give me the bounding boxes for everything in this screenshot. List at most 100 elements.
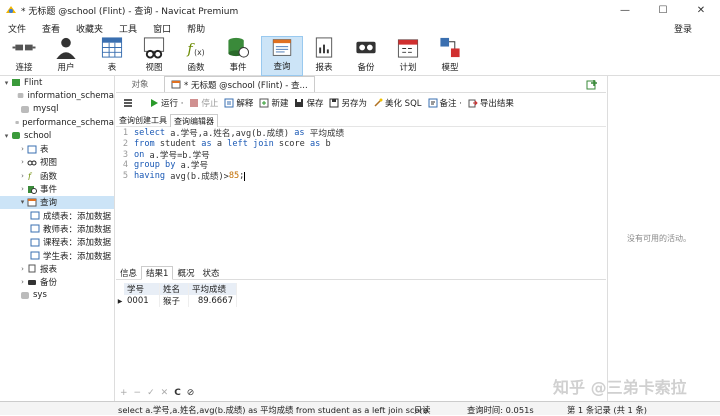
expand-arrow-icon[interactable]: › (18, 172, 27, 180)
code-line[interactable]: 1 select a.学号,a.姓名,avg(b.成绩) as 平均成绩 (116, 128, 606, 139)
menu-hamburger-button[interactable] (123, 98, 135, 108)
comment-button[interactable]: 备注 · (428, 97, 462, 109)
tab-query[interactable]: * 无标题 @school (Flint) - 查... (164, 76, 315, 92)
table-cell[interactable]: 猴子 (160, 295, 189, 307)
expand-arrow-icon[interactable]: ▾ (2, 79, 11, 87)
tree-item-performance-schema[interactable]: performance_schema (0, 116, 114, 129)
model-button[interactable]: 模型 (429, 36, 471, 76)
view-button[interactable]: 视图 (133, 36, 175, 76)
query-icon (272, 39, 292, 56)
minimize-button[interactable]: — (606, 0, 644, 20)
tree-item-information-schema[interactable]: information_schema (0, 89, 114, 102)
tree-item-functions[interactable]: › f 函数 (0, 169, 114, 182)
add-tab-icon[interactable] (586, 79, 598, 91)
menu-help[interactable]: 帮助 (179, 22, 213, 35)
code-line[interactable]: 5 having avg(b.成绩)> 85; (116, 171, 606, 182)
event-button[interactable]: 事件 (217, 36, 259, 76)
tree-item-query-student[interactable]: 学生表：添加数据 (0, 249, 114, 262)
table-button[interactable]: 表 (91, 36, 133, 76)
connect-button[interactable]: 连接 (3, 36, 45, 76)
save-as-icon (329, 98, 339, 108)
explain-button[interactable]: 解释 (224, 97, 253, 109)
svg-text:(x): (x) (194, 48, 205, 57)
tab-result-1[interactable]: 结果1 (141, 266, 174, 280)
column-header[interactable]: 平均成绩 (189, 283, 237, 295)
column-header[interactable]: 学号 (124, 283, 160, 295)
tree-label: school (24, 130, 52, 141)
play-icon (151, 99, 158, 107)
stop-button[interactable]: 停止 (189, 97, 218, 109)
expand-arrow-icon[interactable]: ▾ (18, 198, 27, 206)
text-caret (244, 171, 246, 181)
refresh-button[interactable]: C (174, 388, 181, 398)
save-button[interactable]: 保存 (294, 97, 323, 109)
report-button[interactable]: 报表 (303, 36, 345, 76)
tree-label: 查询 (40, 198, 58, 209)
line-number: 3 (122, 149, 128, 160)
function-button[interactable]: f (x) 函数 (175, 36, 217, 76)
expand-arrow-icon[interactable]: › (18, 278, 27, 286)
close-button[interactable]: ✕ (682, 0, 720, 20)
code-token: as (309, 139, 321, 150)
tab-query-editor[interactable]: 查询编辑器 (170, 114, 218, 127)
model-label: 模型 (441, 63, 459, 73)
record-toolbar: + − ✓ ✕ C ⊘ (116, 386, 606, 400)
menu-view[interactable]: 查看 (34, 22, 68, 35)
function-icon: f (27, 172, 33, 180)
tab-status[interactable]: 状态 (198, 266, 223, 280)
table-cell[interactable]: 0001 (124, 295, 160, 307)
tree-item-backups[interactable]: › 备份 (0, 275, 114, 288)
expand-arrow-icon[interactable]: › (18, 158, 27, 166)
tree-item-queries[interactable]: ▾ 查询 (0, 195, 114, 209)
tree-item-events[interactable]: › 事件 (0, 182, 114, 195)
code-token: on (134, 149, 145, 160)
maximize-button[interactable]: ☐ (644, 0, 682, 20)
save-as-button[interactable]: 另存为 (329, 97, 367, 109)
tab-profile[interactable]: 概况 (173, 266, 198, 280)
tree-item-mysql[interactable]: mysql (0, 103, 114, 116)
export-result-button[interactable]: 导出结果 (468, 97, 514, 109)
menu-file[interactable]: 文件 (0, 22, 34, 35)
tree-item-school[interactable]: ▾ school (0, 129, 114, 142)
stop-refresh-button[interactable]: ⊘ (187, 388, 195, 398)
login-link[interactable]: 登录 (666, 22, 700, 35)
sql-editor[interactable]: 1 select a.学号,a.姓名,avg(b.成绩) as 平均成绩 2 from… (116, 128, 606, 263)
schedule-button[interactable]: 计划 (387, 36, 429, 76)
expand-arrow-icon[interactable]: ▾ (2, 132, 11, 140)
code-token: from (134, 139, 155, 150)
backup-button[interactable]: 备份 (345, 36, 387, 76)
expand-arrow-icon[interactable]: › (18, 265, 27, 273)
apply-button[interactable]: ✓ (147, 388, 155, 398)
tree-item-query-course[interactable]: 课程表：添加数据 (0, 236, 114, 249)
tree-item-flint[interactable]: ▾ Flint (0, 76, 114, 89)
tab-objects[interactable]: 对象 (116, 76, 164, 92)
tab-info[interactable]: 信息 (116, 266, 141, 280)
add-record-button[interactable]: + (120, 388, 128, 398)
table-cell[interactable]: 89.6667 (189, 295, 237, 307)
tab-query-builder[interactable]: 查询创建工具 (116, 114, 170, 127)
new-button[interactable]: 新建 (259, 97, 288, 109)
menu-window[interactable]: 窗口 (145, 22, 179, 35)
tree-item-query-teacher[interactable]: 教师表：添加数据 (0, 222, 114, 235)
expand-arrow-icon[interactable]: › (18, 185, 27, 193)
tree-item-tables[interactable]: › 表 (0, 142, 114, 155)
code-token: score (273, 139, 310, 150)
table-row[interactable]: ▶ 0001 猴子 89.6667 (116, 295, 606, 307)
discard-button[interactable]: ✕ (161, 388, 169, 398)
column-header[interactable]: 姓名 (160, 283, 189, 295)
query-item-icon (30, 224, 40, 233)
tree-item-sys[interactable]: sys (0, 289, 114, 302)
tree-item-views[interactable]: › 视图 (0, 156, 114, 169)
export-icon (468, 99, 478, 108)
tree-item-query-score[interactable]: 成绩表：添加数据 (0, 209, 114, 222)
menu-tools[interactable]: 工具 (111, 22, 145, 35)
delete-record-button[interactable]: − (134, 388, 142, 398)
user-button[interactable]: 用户 (45, 36, 87, 76)
beautify-sql-button[interactable]: 美化 SQL (373, 97, 422, 109)
run-button[interactable]: 运行 · (149, 97, 183, 109)
query-button[interactable]: 查询 (261, 36, 303, 76)
expand-arrow-icon[interactable]: › (18, 145, 27, 153)
tree-item-reports[interactable]: › 报表 (0, 262, 114, 275)
code-token: avg(b.成绩)> (165, 172, 229, 183)
menu-favorites[interactable]: 收藏夹 (68, 22, 111, 35)
